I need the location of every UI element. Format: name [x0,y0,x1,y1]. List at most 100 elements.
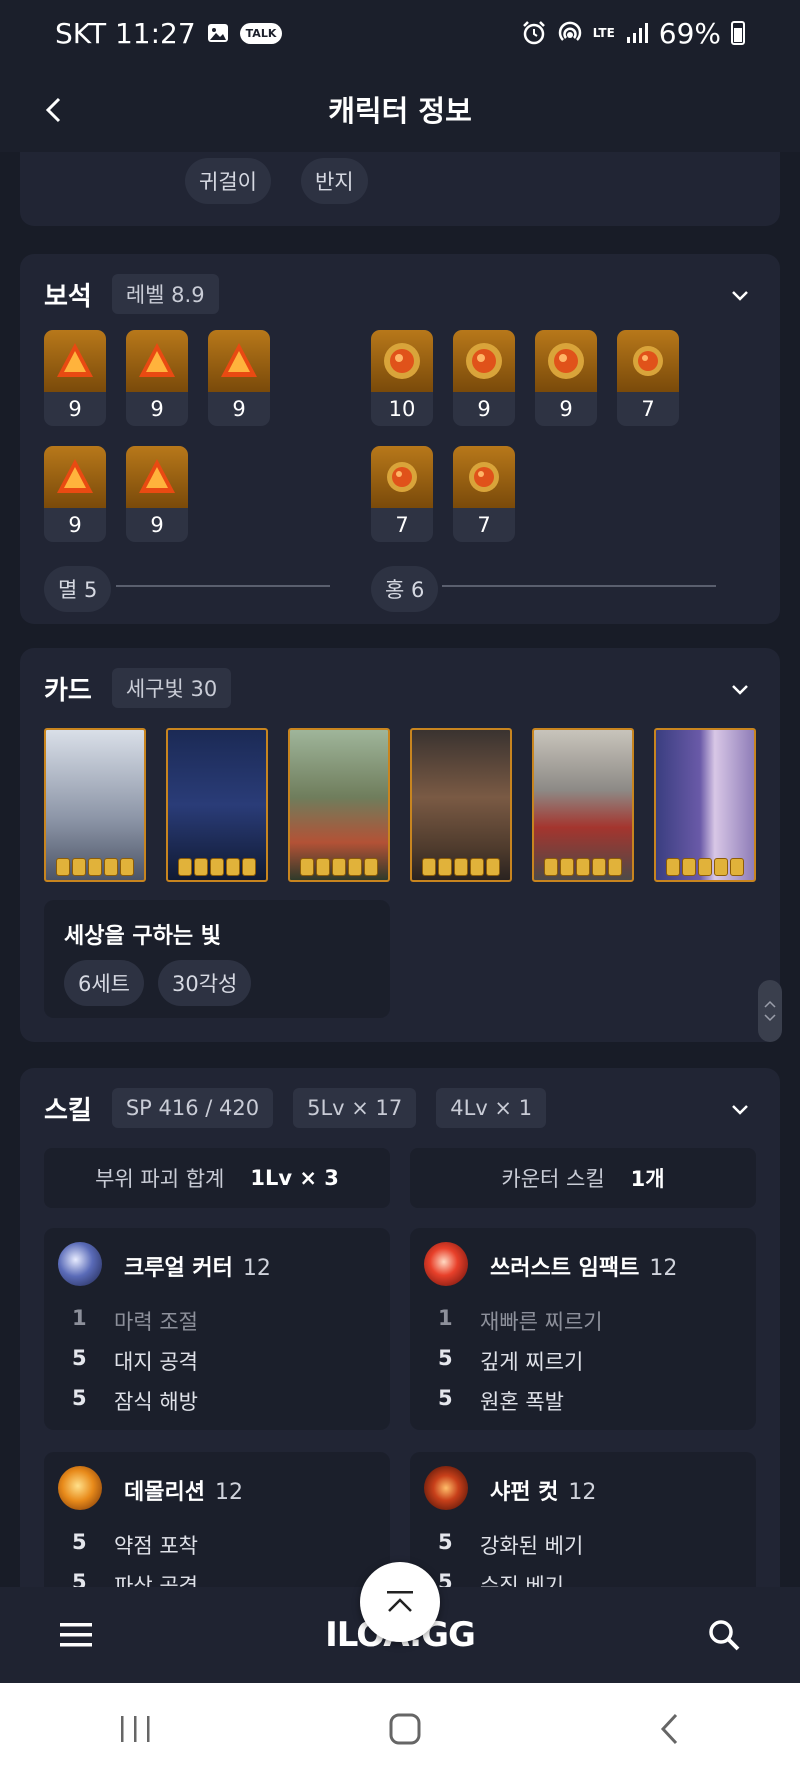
gem-crimson[interactable]: 10 [371,330,433,426]
gem-level: 9 [477,397,491,421]
gem-icon [384,343,420,379]
tripod-name: 잠식 해방 [114,1390,198,1414]
tripod-name: 대지 공격 [114,1350,198,1374]
awaken-stars [290,858,388,876]
accessory-ring-chip[interactable]: 반지 [300,158,368,204]
gallery-icon [206,21,230,45]
recent-apps-icon [121,1715,150,1742]
gem-icon [469,462,499,492]
tripod-level: 5 [438,1570,453,1587]
gem-level: 9 [150,513,164,537]
skill-level: 12 [242,1256,271,1281]
set-count-pill: 6세트 [64,960,145,1006]
skill-thrust-impact-icon [424,1242,468,1286]
card-item[interactable] [410,728,512,882]
kakaotalk-icon: TALK [239,22,283,44]
gem-level: 7 [477,513,491,537]
gem-level: 10 [388,397,416,421]
menu-button[interactable] [56,1615,96,1655]
gem-crimson[interactable]: 9 [453,330,515,426]
gem-icon [466,343,502,379]
awaken-stars [412,858,510,876]
gem-annihilation[interactable]: 9 [44,330,106,426]
card-set-box: 세상을 구하는 빛 6세트 30각성 [44,900,390,1018]
skill-level: 12 [568,1480,597,1505]
chevron-down-icon[interactable] [728,678,752,702]
tripod-level: 5 [72,1530,87,1554]
tripod-name: 강화된 베기 [480,1534,584,1558]
awaken-stars [534,858,632,876]
gem-crimson[interactable]: 7 [453,446,515,542]
chevron-down-icon [764,1014,776,1022]
tripod-name: 마력 조절 [114,1310,198,1334]
gem-annihilation[interactable]: 9 [126,330,188,426]
skill-item[interactable]: 샤펀 컷 12 5 강화된 베기 5 수직 베기 [410,1452,756,1587]
card-item[interactable] [288,728,390,882]
gem-level: 9 [68,397,82,421]
network-label: LTE [592,26,615,40]
divider [116,585,330,587]
card-item[interactable] [532,728,634,882]
home-icon [389,1713,421,1744]
divider [442,585,716,587]
awaken-total-pill: 30각성 [158,960,252,1006]
back-button[interactable] [32,88,76,132]
summary-value: 1Lv × 3 [250,1166,339,1190]
card-item[interactable] [44,728,146,882]
gem-level: 9 [559,397,573,421]
awaken-stars [46,858,144,876]
scroll-to-top-button[interactable] [360,1562,440,1642]
tripod-level: 5 [438,1530,453,1554]
tripod-level: 5 [72,1570,87,1587]
gem-icon [633,346,663,376]
scrollbar-handle[interactable] [758,980,782,1042]
skills-title: 스킬 [44,1095,92,1126]
counter-summary: 카운터 스킬 1개 [410,1148,756,1208]
gem-annihilation[interactable]: 9 [126,446,188,542]
alarm-icon [521,20,547,46]
system-back-button[interactable] [658,1712,682,1750]
summary-key: 카운터 스킬 [501,1167,605,1191]
status-bar: SKT 11:27 TALK LTE 69% [0,0,800,66]
gem-icon [57,343,93,377]
gem-icon [221,343,257,377]
recent-apps-button[interactable] [118,1714,152,1748]
card-item[interactable] [166,728,268,882]
page-header: 캐릭터 정보 [0,66,800,152]
accessory-earring-chip[interactable]: 귀걸이 [185,158,271,204]
gem-level: 9 [68,513,82,537]
skill-name: 샤펀 컷 [490,1480,559,1505]
tripod-level: 5 [72,1386,87,1410]
search-button[interactable] [704,1615,744,1655]
gem-icon [57,459,93,493]
skill-item[interactable]: 크루얼 커터 12 1 마력 조절 5 대지 공격 5 잠식 해방 [44,1228,390,1430]
skill-name: 크루얼 커터 [124,1256,233,1281]
gems-card: 보석 레벨 8.9 9 9 9 9 9 10 9 9 7 7 7 멸 5 홍 6 [20,254,780,624]
skill-item[interactable]: 쓰러스트 임팩트 12 1 재빠른 찌르기 5 깊게 찌르기 5 원혼 폭발 [410,1228,756,1430]
card-item[interactable] [654,728,756,882]
chevron-down-icon[interactable] [728,284,752,308]
chevron-down-icon[interactable] [728,1098,752,1122]
lv4-count-tag: 4Lv × 1 [436,1088,547,1128]
scroll-content[interactable]: 귀걸이 반지 보석 레벨 8.9 9 9 9 9 9 10 9 9 7 7 7 … [0,152,800,1587]
gem-level: 7 [641,397,655,421]
summary-value: 1개 [630,1167,665,1191]
battery-icon [731,21,745,45]
sp-tag: SP 416 / 420 [111,1088,274,1128]
cards-card: 카드 세구빛 30 세상을 구하는 빛 6세트 30각성 [20,648,780,1042]
awaken-stars [656,858,754,876]
battery-percent: 69% [658,16,721,50]
gem-annihilation[interactable]: 9 [208,330,270,426]
skill-level: 12 [649,1256,678,1281]
hotspot-icon [557,20,583,46]
page-title: 캐릭터 정보 [328,94,472,128]
gem-crimson[interactable]: 7 [617,330,679,426]
gem-icon [139,343,175,377]
chevron-left-icon [45,97,61,123]
skill-item[interactable]: 데몰리션 12 5 약점 포착 5 파상 공격 [44,1452,390,1587]
cards-set-tag: 세구빛 30 [111,668,232,708]
gem-crimson[interactable]: 9 [535,330,597,426]
gem-annihilation[interactable]: 9 [44,446,106,542]
home-button[interactable] [388,1712,422,1750]
gem-crimson[interactable]: 7 [371,446,433,542]
